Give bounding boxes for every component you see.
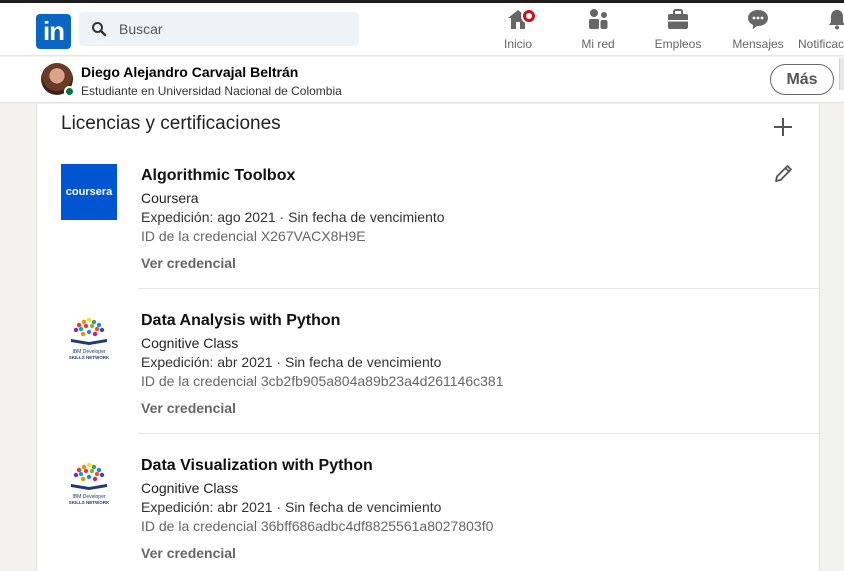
nav-jobs[interactable]: Empleos xyxy=(650,7,706,55)
ibm-logo-dots xyxy=(73,317,105,337)
bell-icon xyxy=(828,8,844,33)
certification-item: IBM Developer SKILLS NETWORK Data Visual… xyxy=(37,454,821,571)
ibm-logo-text-line2: SKILLS NETWORK xyxy=(69,500,110,505)
certification-name: Data Visualization with Python xyxy=(141,457,373,474)
plus-icon xyxy=(772,116,794,143)
view-credential-link[interactable]: Ver credencial xyxy=(141,545,236,561)
global-nav: in Inicio Mi red Empleos xyxy=(0,0,844,56)
licenses-certifications-section: Licencias y certificaciones coursera Alg… xyxy=(36,104,821,571)
messaging-icon xyxy=(746,8,770,33)
add-certification-button[interactable] xyxy=(770,116,796,142)
credential-id: ID de la credencial 36bff686adbc4df88255… xyxy=(141,518,494,534)
search-box[interactable] xyxy=(79,12,359,46)
section-title: Licencias y certificaciones xyxy=(61,113,281,134)
nav-jobs-label: Empleos xyxy=(654,37,702,51)
nav-network-label: Mi red xyxy=(581,37,615,51)
notification-badge xyxy=(521,8,537,24)
scrollbar[interactable] xyxy=(839,58,844,90)
credential-id: ID de la credencial X267VACX8H9E xyxy=(141,228,366,244)
certification-issuer: Cognitive Class xyxy=(141,335,239,351)
online-status-indicator xyxy=(64,86,75,97)
certification-item: IBM Developer SKILLS NETWORK Data Analys… xyxy=(37,309,821,454)
ibm-logo-dots xyxy=(73,462,105,482)
network-icon xyxy=(586,8,610,33)
view-credential-link[interactable]: Ver credencial xyxy=(141,400,236,416)
certification-issuer: Cognitive Class xyxy=(141,480,239,496)
linkedin-logo[interactable]: in xyxy=(36,14,71,49)
nav-messaging-label: Mensajes xyxy=(732,37,784,51)
nav-network[interactable]: Mi red xyxy=(574,7,622,55)
certification-date: Expedición: abr 2021 · Sin fecha de venc… xyxy=(141,354,442,370)
ibm-skills-network-logo[interactable]: IBM Developer SKILLS NETWORK xyxy=(61,454,117,510)
nav-notifications[interactable]: Notificac xyxy=(798,7,844,55)
nav-home-label: Inicio xyxy=(503,37,532,51)
ibm-logo-text-line2: SKILLS NETWORK xyxy=(69,355,110,360)
sticky-profile-bar: Diego Alejandro Carvajal Beltrán Estudia… xyxy=(0,57,844,103)
briefcase-icon xyxy=(666,8,690,33)
search-input[interactable] xyxy=(119,21,339,37)
profile-headline: Estudiante en Universidad Nacional de Co… xyxy=(81,84,342,98)
certification-issuer: Coursera xyxy=(141,190,199,206)
divider xyxy=(138,288,821,289)
ibm-skills-network-logo[interactable]: IBM Developer SKILLS NETWORK xyxy=(61,309,117,365)
credential-id: ID de la credencial 3cb2fb905a804a89b23a… xyxy=(141,373,504,389)
certification-name: Data Analysis with Python xyxy=(141,312,341,329)
profile-name: Diego Alejandro Carvajal Beltrán xyxy=(81,64,299,80)
nav-home[interactable]: Inicio xyxy=(494,7,542,55)
certification-item: coursera Algorithmic Toolbox Coursera Ex… xyxy=(37,164,821,309)
certification-date: Expedición: abr 2021 · Sin fecha de venc… xyxy=(141,499,442,515)
more-button[interactable]: Más xyxy=(770,64,834,95)
divider xyxy=(138,433,821,434)
coursera-logo[interactable]: coursera xyxy=(61,164,117,220)
nav-notifications-label: Notificac xyxy=(798,37,844,51)
view-credential-link[interactable]: Ver credencial xyxy=(141,255,236,271)
search-icon xyxy=(79,21,119,37)
certification-name: Algorithmic Toolbox xyxy=(141,167,296,184)
nav-messaging[interactable]: Mensajes xyxy=(728,7,788,55)
certification-date: Expedición: ago 2021 · Sin fecha de venc… xyxy=(141,209,445,225)
